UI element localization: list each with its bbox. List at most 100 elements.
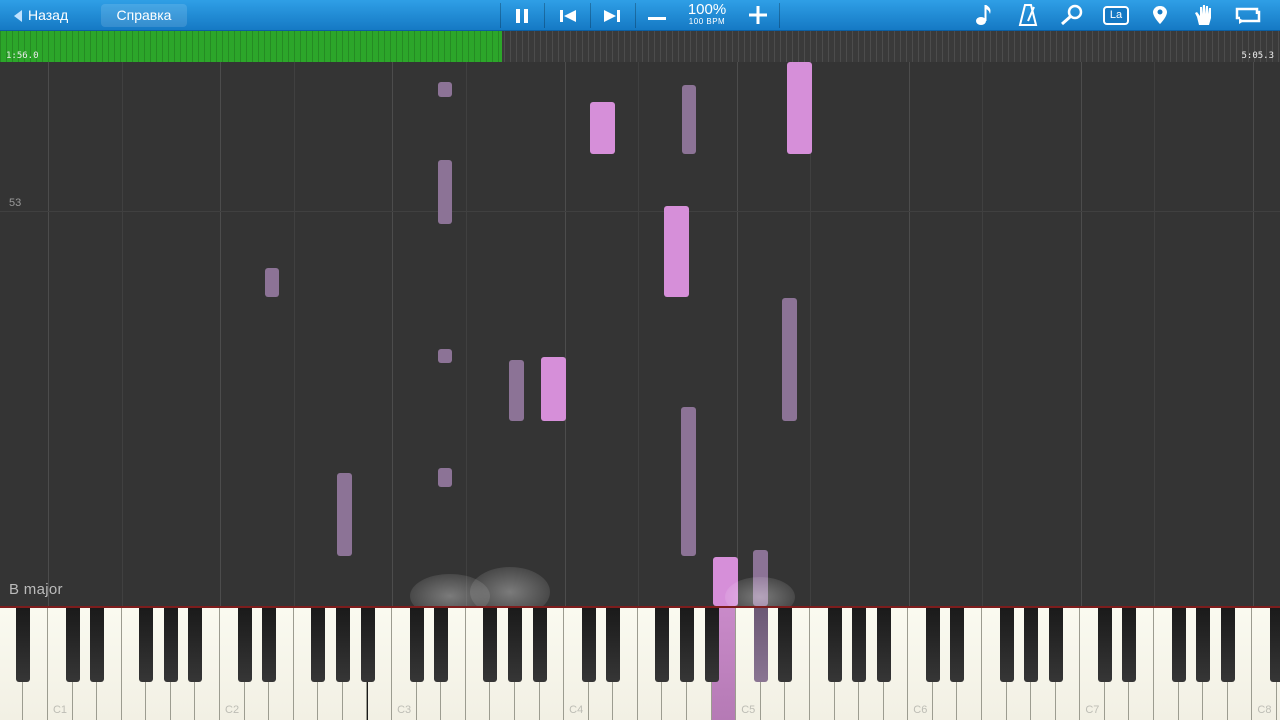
black-key[interactable] — [999, 608, 1014, 682]
location-pin-icon[interactable] — [1142, 0, 1178, 31]
black-key[interactable] — [1269, 608, 1280, 682]
note-right-hand — [541, 357, 566, 421]
black-key[interactable] — [1097, 608, 1112, 682]
grid-line — [565, 62, 566, 606]
minus-icon[interactable] — [637, 0, 677, 31]
black-key[interactable] — [606, 608, 621, 682]
separator — [590, 3, 591, 28]
note-left-hand — [682, 85, 696, 154]
grid-line — [220, 62, 221, 606]
black-key[interactable] — [753, 608, 768, 682]
black-key[interactable] — [827, 608, 842, 682]
grid-line — [1154, 62, 1155, 606]
note-labels-icon[interactable]: La — [1103, 6, 1129, 25]
key-signature: B major — [9, 581, 63, 598]
grid-line — [466, 62, 467, 606]
black-key[interactable] — [925, 608, 940, 682]
black-key[interactable] — [704, 608, 719, 682]
black-key[interactable] — [434, 608, 449, 682]
grid-line — [737, 62, 738, 606]
loop-icon[interactable] — [1230, 0, 1266, 31]
pause-icon[interactable] — [502, 0, 542, 31]
black-key[interactable] — [876, 608, 891, 682]
black-key[interactable] — [483, 608, 498, 682]
black-key[interactable] — [335, 608, 350, 682]
grid-line — [1081, 62, 1082, 606]
help-button[interactable]: Справка — [101, 4, 187, 27]
octave-label: C6 — [913, 704, 928, 716]
black-key[interactable] — [581, 608, 596, 682]
measure-line — [0, 211, 1280, 212]
tempo-bpm: 100 BPM — [688, 17, 726, 26]
note-left-hand — [438, 349, 452, 363]
black-key[interactable] — [90, 608, 105, 682]
separator — [500, 3, 501, 28]
hand-icon[interactable] — [1186, 0, 1222, 31]
black-key[interactable] — [262, 608, 277, 682]
black-key[interactable] — [1220, 608, 1235, 682]
key-glow — [470, 567, 550, 606]
grid-line — [48, 62, 49, 606]
song-progress-bar[interactable]: 1:56.0 5:05.3 — [0, 31, 1280, 62]
total-time: 5:05.3 — [1241, 51, 1274, 61]
separator — [779, 3, 780, 28]
note-left-hand — [337, 473, 352, 556]
note-left-hand — [681, 407, 696, 556]
black-key[interactable] — [188, 608, 203, 682]
tempo-display: 100% 100 BPM — [680, 2, 734, 27]
tempo-percent: 100% — [687, 1, 727, 18]
note-right-hand — [664, 206, 689, 297]
black-key[interactable] — [950, 608, 965, 682]
black-key[interactable] — [532, 608, 547, 682]
black-key[interactable] — [16, 608, 31, 682]
transport-controls: 100% 100 BPM — [500, 0, 780, 31]
separator — [544, 3, 545, 28]
black-key[interactable] — [852, 608, 867, 682]
note-left-hand — [782, 298, 797, 421]
octave-label: C5 — [741, 704, 756, 716]
black-key[interactable] — [1171, 608, 1186, 682]
black-key[interactable] — [778, 608, 793, 682]
black-key[interactable] — [163, 608, 178, 682]
black-key[interactable] — [65, 608, 80, 682]
metronome-icon[interactable] — [1010, 0, 1046, 31]
octave-label: C2 — [225, 704, 240, 716]
grid-line — [1253, 62, 1254, 606]
music-note-icon[interactable] — [966, 0, 1002, 31]
note-left-hand — [438, 82, 452, 97]
key-glow — [725, 577, 795, 606]
black-key[interactable] — [1196, 608, 1211, 682]
skip-forward-icon[interactable] — [592, 0, 632, 31]
black-key[interactable] — [237, 608, 252, 682]
black-key[interactable] — [1122, 608, 1137, 682]
grid-line — [638, 62, 639, 606]
current-time: 1:56.0 — [6, 51, 39, 61]
octave-label: C1 — [52, 704, 68, 716]
note-left-hand — [438, 468, 452, 487]
top-toolbar: Назад Справка 100% 100 BPM La — [0, 0, 1280, 31]
note-left-hand — [438, 160, 452, 224]
falling-notes-area: 53 B major — [0, 62, 1280, 606]
black-key[interactable] — [1048, 608, 1063, 682]
black-key[interactable] — [507, 608, 522, 682]
octave-label: C4 — [569, 704, 584, 716]
piano-keyboard[interactable]: C1 C2 C3 C4 C5 C6 C7 C8 — [0, 606, 1280, 720]
black-key[interactable] — [409, 608, 424, 682]
plus-icon[interactable] — [738, 0, 778, 31]
note-left-hand — [265, 268, 279, 297]
note-right-hand — [590, 102, 615, 154]
black-key[interactable] — [311, 608, 326, 682]
grid-line — [122, 62, 123, 606]
measure-number: 53 — [9, 197, 22, 209]
black-key[interactable] — [360, 608, 375, 682]
magnifier-icon[interactable] — [1054, 0, 1090, 31]
black-key[interactable] — [139, 608, 154, 682]
back-button[interactable]: Назад — [8, 4, 86, 27]
octave-label: C8 — [1257, 704, 1272, 716]
black-key[interactable] — [1024, 608, 1039, 682]
black-key[interactable] — [655, 608, 670, 682]
grid-line — [982, 62, 983, 606]
skip-back-icon[interactable] — [548, 0, 588, 31]
black-key[interactable] — [680, 608, 695, 682]
grid-line — [294, 62, 295, 606]
